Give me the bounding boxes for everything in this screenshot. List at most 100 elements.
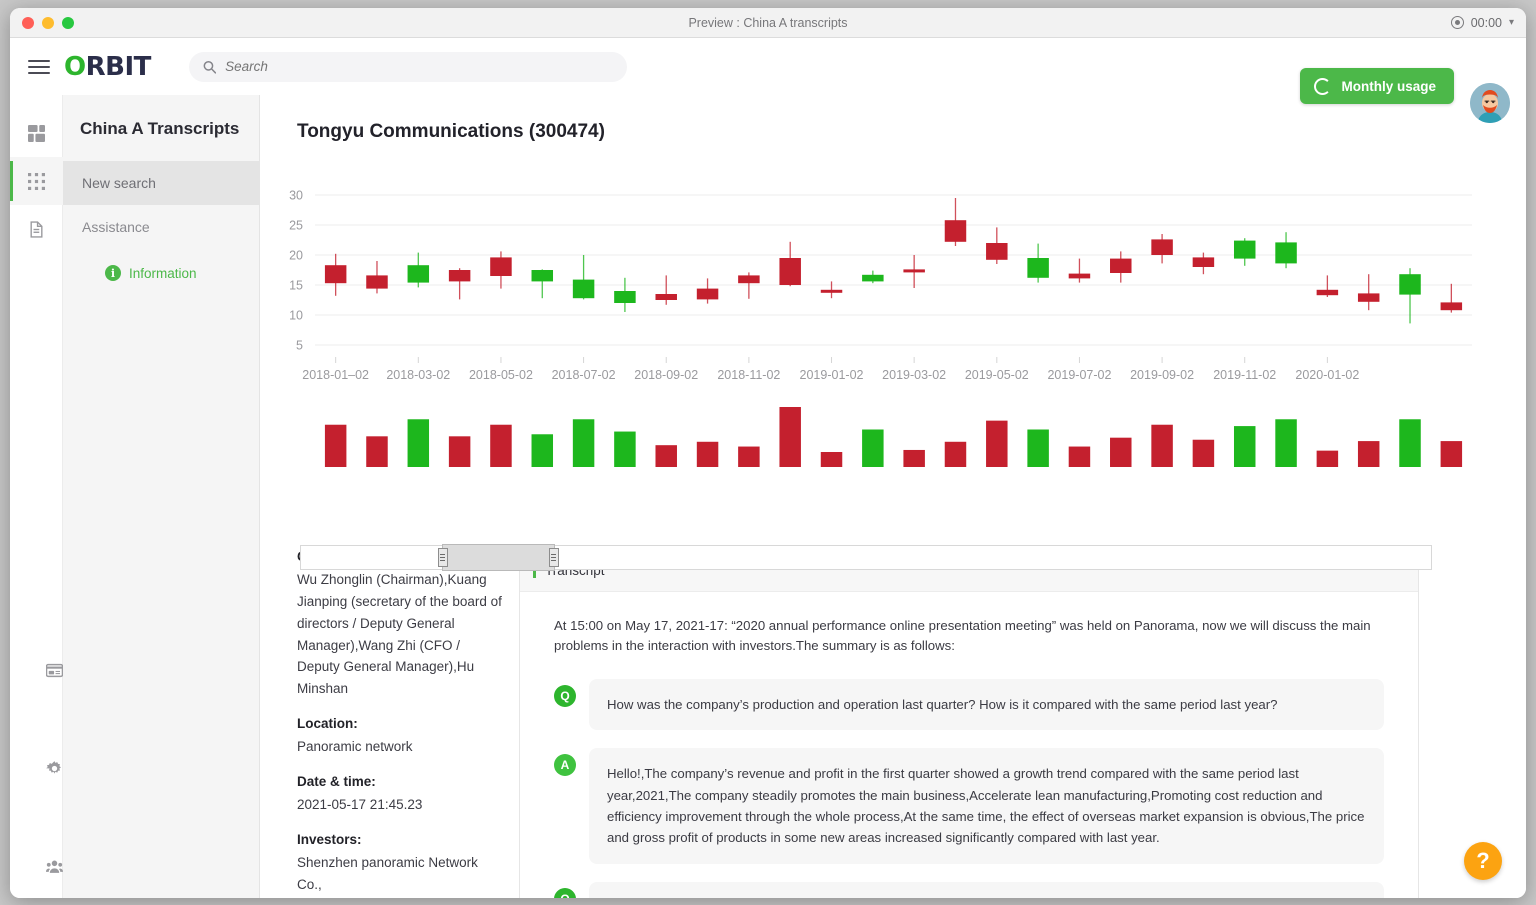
x-axis-tick-label: 2019-01-02	[800, 368, 864, 382]
candle-body	[1399, 274, 1421, 295]
stock-chart[interactable]: 5 10 15 20 25 30 2018-01–02 2018-03-02 2018-05-0…	[260, 167, 1526, 571]
volume-bar	[655, 445, 677, 467]
x-axis-tick-label: 2018-07-02	[552, 368, 616, 382]
transcript-entry: Q How was the company’s production and op…	[554, 678, 1384, 731]
volume-bar	[986, 420, 1008, 467]
search-icon	[203, 60, 217, 74]
candle-body	[1027, 258, 1049, 278]
answer-text: Hello!,The company’s revenue and profit …	[589, 748, 1384, 864]
app-body: China A Transcripts New search Assistanc…	[10, 95, 1526, 898]
candle-body	[738, 275, 760, 284]
document-icon[interactable]	[10, 205, 63, 253]
volume-bar	[1357, 441, 1380, 467]
candle-body	[324, 265, 347, 284]
volume-bar	[1440, 441, 1463, 467]
volume-bar	[903, 449, 925, 467]
x-axis-tick-label: 2018-09-02	[634, 368, 698, 382]
volume-bar	[1233, 426, 1256, 467]
datetime-label: Date & time:	[297, 774, 376, 790]
range-handle-right-icon[interactable]	[548, 548, 559, 567]
volume-bar	[1316, 450, 1339, 467]
info-icon: i	[105, 265, 121, 281]
candle-body	[572, 279, 595, 299]
y-axis-tick: 10	[289, 309, 303, 323]
candle-body	[820, 289, 843, 293]
gear-icon[interactable]	[28, 744, 81, 792]
search-input[interactable]	[225, 59, 613, 74]
candle-body	[448, 270, 471, 282]
volume-bar	[324, 424, 347, 467]
x-axis-tick-label: 2019-11-02	[1213, 368, 1276, 382]
volume-bar	[1110, 437, 1132, 467]
location-label: Location:	[297, 716, 358, 732]
answer-badge: A	[554, 754, 576, 777]
search-box[interactable]	[188, 51, 627, 82]
monthly-usage-button[interactable]: Monthly usage	[1300, 68, 1454, 104]
transcript-panel: Transcript At 15:00 on May 17, 2021-17: …	[519, 549, 1419, 898]
sidebar-title: China A Transcripts	[80, 119, 240, 138]
candle-body	[1192, 257, 1215, 267]
candle-body	[490, 257, 512, 276]
candle-body	[614, 291, 636, 303]
candle-body	[1233, 240, 1256, 259]
location-value: Panoramic network	[297, 739, 413, 755]
card-icon[interactable]	[28, 646, 81, 694]
volume-bar	[779, 407, 801, 467]
volume-bar	[862, 429, 884, 467]
question-text: What’s the progress of Russia’s $100 mil…	[589, 881, 1384, 898]
candle-body	[1316, 289, 1339, 296]
question-text: How was the company’s production and ope…	[589, 678, 1384, 731]
sidebar-information-link[interactable]: i Information	[105, 265, 259, 281]
volume-bar	[531, 434, 554, 467]
datetime-value: 2021-05-17 21:45.23	[297, 797, 423, 813]
range-handle-left-icon[interactable]	[437, 548, 448, 567]
transcript-entry: A Hello!,The company’s revenue and profit…	[554, 748, 1384, 864]
candle-body	[903, 269, 925, 273]
candlestick-chart-svg[interactable]: 5 10 15 20 25 30 2018-01–02 2018-03-02 2018-05-0…	[260, 167, 1490, 587]
people-icon[interactable]	[28, 842, 81, 890]
candle-body	[944, 220, 967, 242]
transcript-intro: At 15:00 on May 17, 2021-17: “2020 annua…	[554, 618, 1371, 654]
chart-range-thumb[interactable]	[437, 544, 559, 571]
x-axis-tick-label: 2019-05-02	[965, 368, 1029, 382]
meta-panel: Company participants: Wu Zhonglin (Chair…	[297, 549, 519, 898]
candle-body	[655, 294, 677, 300]
x-axis-tick-label: 2019-07-02	[1047, 368, 1111, 382]
transcript-entry: Q What’s the progress of Russia’s $100 mi…	[554, 881, 1384, 898]
candle-body	[1151, 239, 1173, 255]
logo-o: O	[64, 51, 86, 82]
sidebar-item-new-search[interactable]: New search	[63, 161, 259, 205]
help-button[interactable]: ?	[1464, 842, 1502, 880]
details-section: Company participants: Wu Zhonglin (Chair…	[297, 549, 1526, 898]
participants-value: Wu Zhonglin (Chairman),Kuang Jianping (s…	[297, 572, 502, 697]
volume-bar	[490, 424, 512, 467]
avatar[interactable]	[1470, 83, 1510, 123]
sidebar-item-assistance[interactable]: Assistance	[63, 205, 259, 249]
candle-body	[1440, 302, 1463, 311]
window-title: Preview : China A transcripts	[688, 15, 848, 30]
volume-bar	[1027, 429, 1049, 467]
candle-body	[1275, 242, 1297, 264]
candle-body	[862, 274, 884, 282]
page-title: Tongyu Communications (300474)	[297, 121, 605, 142]
volume-bar	[407, 419, 430, 467]
sidebar: China A Transcripts New search Assistanc…	[63, 95, 260, 898]
icon-rail	[10, 95, 63, 898]
volume-bar	[572, 419, 595, 467]
orbit-logo[interactable]: ORBIT	[64, 52, 151, 82]
x-axis-tick-label: 2018-01–02	[302, 368, 369, 382]
y-axis-tick: 30	[289, 189, 303, 203]
candle-body	[779, 258, 801, 285]
x-axis-tick-label: 2020-01-02	[1295, 368, 1359, 382]
menu-icon[interactable]	[28, 56, 50, 78]
question-badge: Q	[554, 684, 576, 707]
volume-bar	[820, 452, 843, 467]
volume-bar	[448, 436, 471, 467]
dashboard-icon[interactable]	[10, 109, 63, 157]
candle-body	[1357, 293, 1380, 302]
sidebar-information-label: Information	[129, 265, 197, 281]
volume-bar	[738, 446, 760, 467]
question-badge: Q	[554, 887, 576, 898]
apps-grid-icon[interactable]	[10, 157, 63, 205]
volume-bar	[1068, 446, 1091, 467]
